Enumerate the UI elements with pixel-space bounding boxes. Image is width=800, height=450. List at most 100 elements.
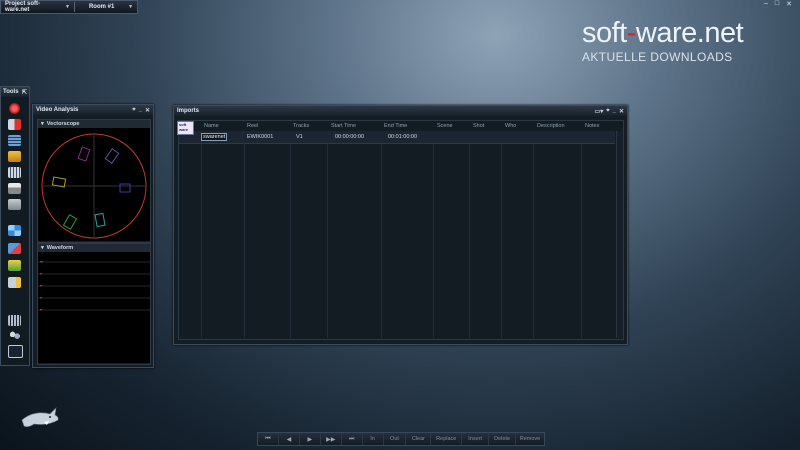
- export-icon[interactable]: [8, 277, 21, 288]
- name-edit-field[interactable]: swarenet: [201, 133, 228, 141]
- transfer-icon[interactable]: [8, 243, 21, 254]
- maximize-icon[interactable]: □: [775, 0, 779, 8]
- star-icon[interactable]: [8, 260, 21, 271]
- col-header-reel[interactable]: Reel: [247, 121, 258, 131]
- delete-button[interactable]: Delete: [489, 433, 516, 445]
- col-header-shot[interactable]: Shot: [473, 121, 484, 131]
- minimize-icon[interactable]: _: [613, 108, 616, 115]
- project-bar: Project soft-ware.net ▼ Room #1 ▼: [0, 0, 138, 14]
- col-divider: [327, 131, 328, 338]
- vertical-scrollbar[interactable]: [616, 131, 623, 338]
- minimize-icon[interactable]: _: [139, 107, 142, 114]
- col-header-who[interactable]: Who: [505, 121, 516, 131]
- tracks-cell: V1: [296, 134, 303, 140]
- fast-forward-button[interactable]: ▶▶: [321, 433, 342, 445]
- view-menu-icon[interactable]: ▭▾: [595, 108, 604, 115]
- reel-cell: EWIK0001: [247, 134, 274, 140]
- close-icon[interactable]: ✕: [145, 107, 150, 114]
- col-header-tracks[interactable]: Tracks: [293, 121, 309, 131]
- imports-table: Name Reel Tracks Start Time End Time Sce…: [178, 120, 624, 340]
- vectorscope-display: [38, 128, 150, 241]
- name-cell[interactable]: swarenet: [201, 131, 228, 143]
- vectorscope-section: ▾ Vectorscope: [37, 119, 151, 243]
- col-header-name[interactable]: Name: [204, 121, 219, 131]
- clip-thumbnail[interactable]: soft ware: [177, 121, 194, 135]
- wave-bg: [38, 252, 150, 363]
- minimize-icon[interactable]: –: [764, 0, 768, 8]
- chevron-down-icon: ▼: [65, 4, 70, 10]
- col-divider: [201, 131, 202, 338]
- transport-bar: ⏮ ◀ ▶ ▶▶ ⏭ In Out Clear Replace Insert D…: [257, 432, 545, 446]
- close-icon[interactable]: ✕: [786, 0, 792, 8]
- go-to-end-button[interactable]: ⏭: [342, 433, 363, 445]
- wave-marker-5: [40, 309, 42, 311]
- video-analysis-panel: Video Analysis ⌖ _ ✕ ▾ Vectorscope ▾ Wav…: [32, 104, 154, 368]
- video-analysis-title: Video Analysis: [36, 107, 79, 113]
- col-divider: [581, 131, 582, 338]
- table-row[interactable]: swarenet EWIK0001 V1 00:00:00:00 00:01:0…: [179, 131, 615, 144]
- col-divider: [433, 131, 434, 338]
- col-divider: [244, 131, 245, 338]
- tools-title: Tools: [3, 89, 19, 95]
- col-header-scene[interactable]: Scene: [437, 121, 453, 131]
- imports-header: Imports ▭▾ ⌖ _ ✕: [174, 106, 627, 116]
- chevron-down-icon: ▼: [128, 4, 134, 10]
- matrix-icon[interactable]: [8, 315, 21, 326]
- collapse-icon[interactable]: ▾: [41, 121, 44, 127]
- wave-marker-2: [40, 273, 42, 275]
- reel-icon[interactable]: [8, 119, 21, 130]
- col-divider: [469, 131, 470, 338]
- grid-icon[interactable]: [8, 225, 21, 236]
- col-header-notes[interactable]: Notes: [585, 121, 599, 131]
- list-icon[interactable]: [8, 135, 21, 146]
- tools-panel: Tools ⇱: [0, 86, 30, 366]
- col-header-end-time[interactable]: End Time: [384, 121, 407, 131]
- record-icon[interactable]: [9, 103, 20, 114]
- collapse-icon[interactable]: ▾: [41, 245, 44, 251]
- users-icon[interactable]: [8, 330, 21, 341]
- video-analysis-header: Video Analysis ⌖ _ ✕: [33, 105, 153, 115]
- col-header-start-time[interactable]: Start Time: [331, 121, 356, 131]
- remove-button[interactable]: Remove: [516, 433, 544, 445]
- col-divider: [381, 131, 382, 338]
- vectorscope-title: Vectorscope: [46, 121, 80, 127]
- folder-icon[interactable]: [8, 151, 21, 162]
- end-time-cell: 00:01:00:00: [388, 134, 418, 140]
- keyboard-icon[interactable]: [8, 199, 21, 210]
- shark-logo-icon: [21, 407, 59, 427]
- play-button[interactable]: ▶: [300, 433, 321, 445]
- clear-button[interactable]: Clear: [406, 433, 432, 445]
- pin-icon[interactable]: ⌖: [132, 107, 135, 114]
- col-header-description[interactable]: Description: [537, 121, 565, 131]
- project-selector[interactable]: Project soft-ware.net ▼: [1, 1, 74, 13]
- monitor-icon[interactable]: [8, 345, 23, 358]
- wave-marker-1: [40, 261, 43, 263]
- pin-icon[interactable]: ⌖: [606, 108, 609, 115]
- mark-in-button[interactable]: In: [363, 433, 384, 445]
- room-name: Room #1: [88, 4, 115, 10]
- imports-title: Imports: [177, 108, 200, 114]
- col-divider: [290, 131, 291, 338]
- watermark-logo: soft-ware.net AKTUELLE DOWNLOADS: [582, 17, 744, 65]
- imports-panel: Imports ▭▾ ⌖ _ ✕ Name Reel Tracks Start …: [173, 105, 628, 345]
- col-divider: [533, 131, 534, 338]
- replace-button[interactable]: Replace: [431, 433, 463, 445]
- film-icon[interactable]: [8, 167, 21, 178]
- tools-header: Tools ⇱: [1, 87, 29, 97]
- room-selector[interactable]: Room #1 ▼: [75, 1, 137, 13]
- wave-marker-4: [40, 297, 42, 299]
- printer-icon[interactable]: [8, 183, 21, 194]
- mark-out-button[interactable]: Out: [384, 433, 407, 445]
- close-icon[interactable]: ✕: [619, 108, 624, 115]
- insert-button[interactable]: Insert: [462, 433, 490, 445]
- step-back-button[interactable]: ◀: [279, 433, 300, 445]
- start-time-cell: 00:00:00:00: [335, 134, 365, 140]
- wave-marker-3: [40, 285, 42, 287]
- waveform-section: ▾ Waveform: [37, 243, 151, 365]
- logo-brand: soft-ware.net: [582, 17, 744, 49]
- go-to-start-button[interactable]: ⏮: [258, 433, 279, 445]
- window-controls: – □ ✕: [764, 0, 792, 8]
- project-name: Project soft-ware.net: [5, 1, 41, 13]
- pin-icon[interactable]: ⇱: [22, 89, 27, 96]
- vectorscope-header: ▾ Vectorscope: [38, 120, 150, 128]
